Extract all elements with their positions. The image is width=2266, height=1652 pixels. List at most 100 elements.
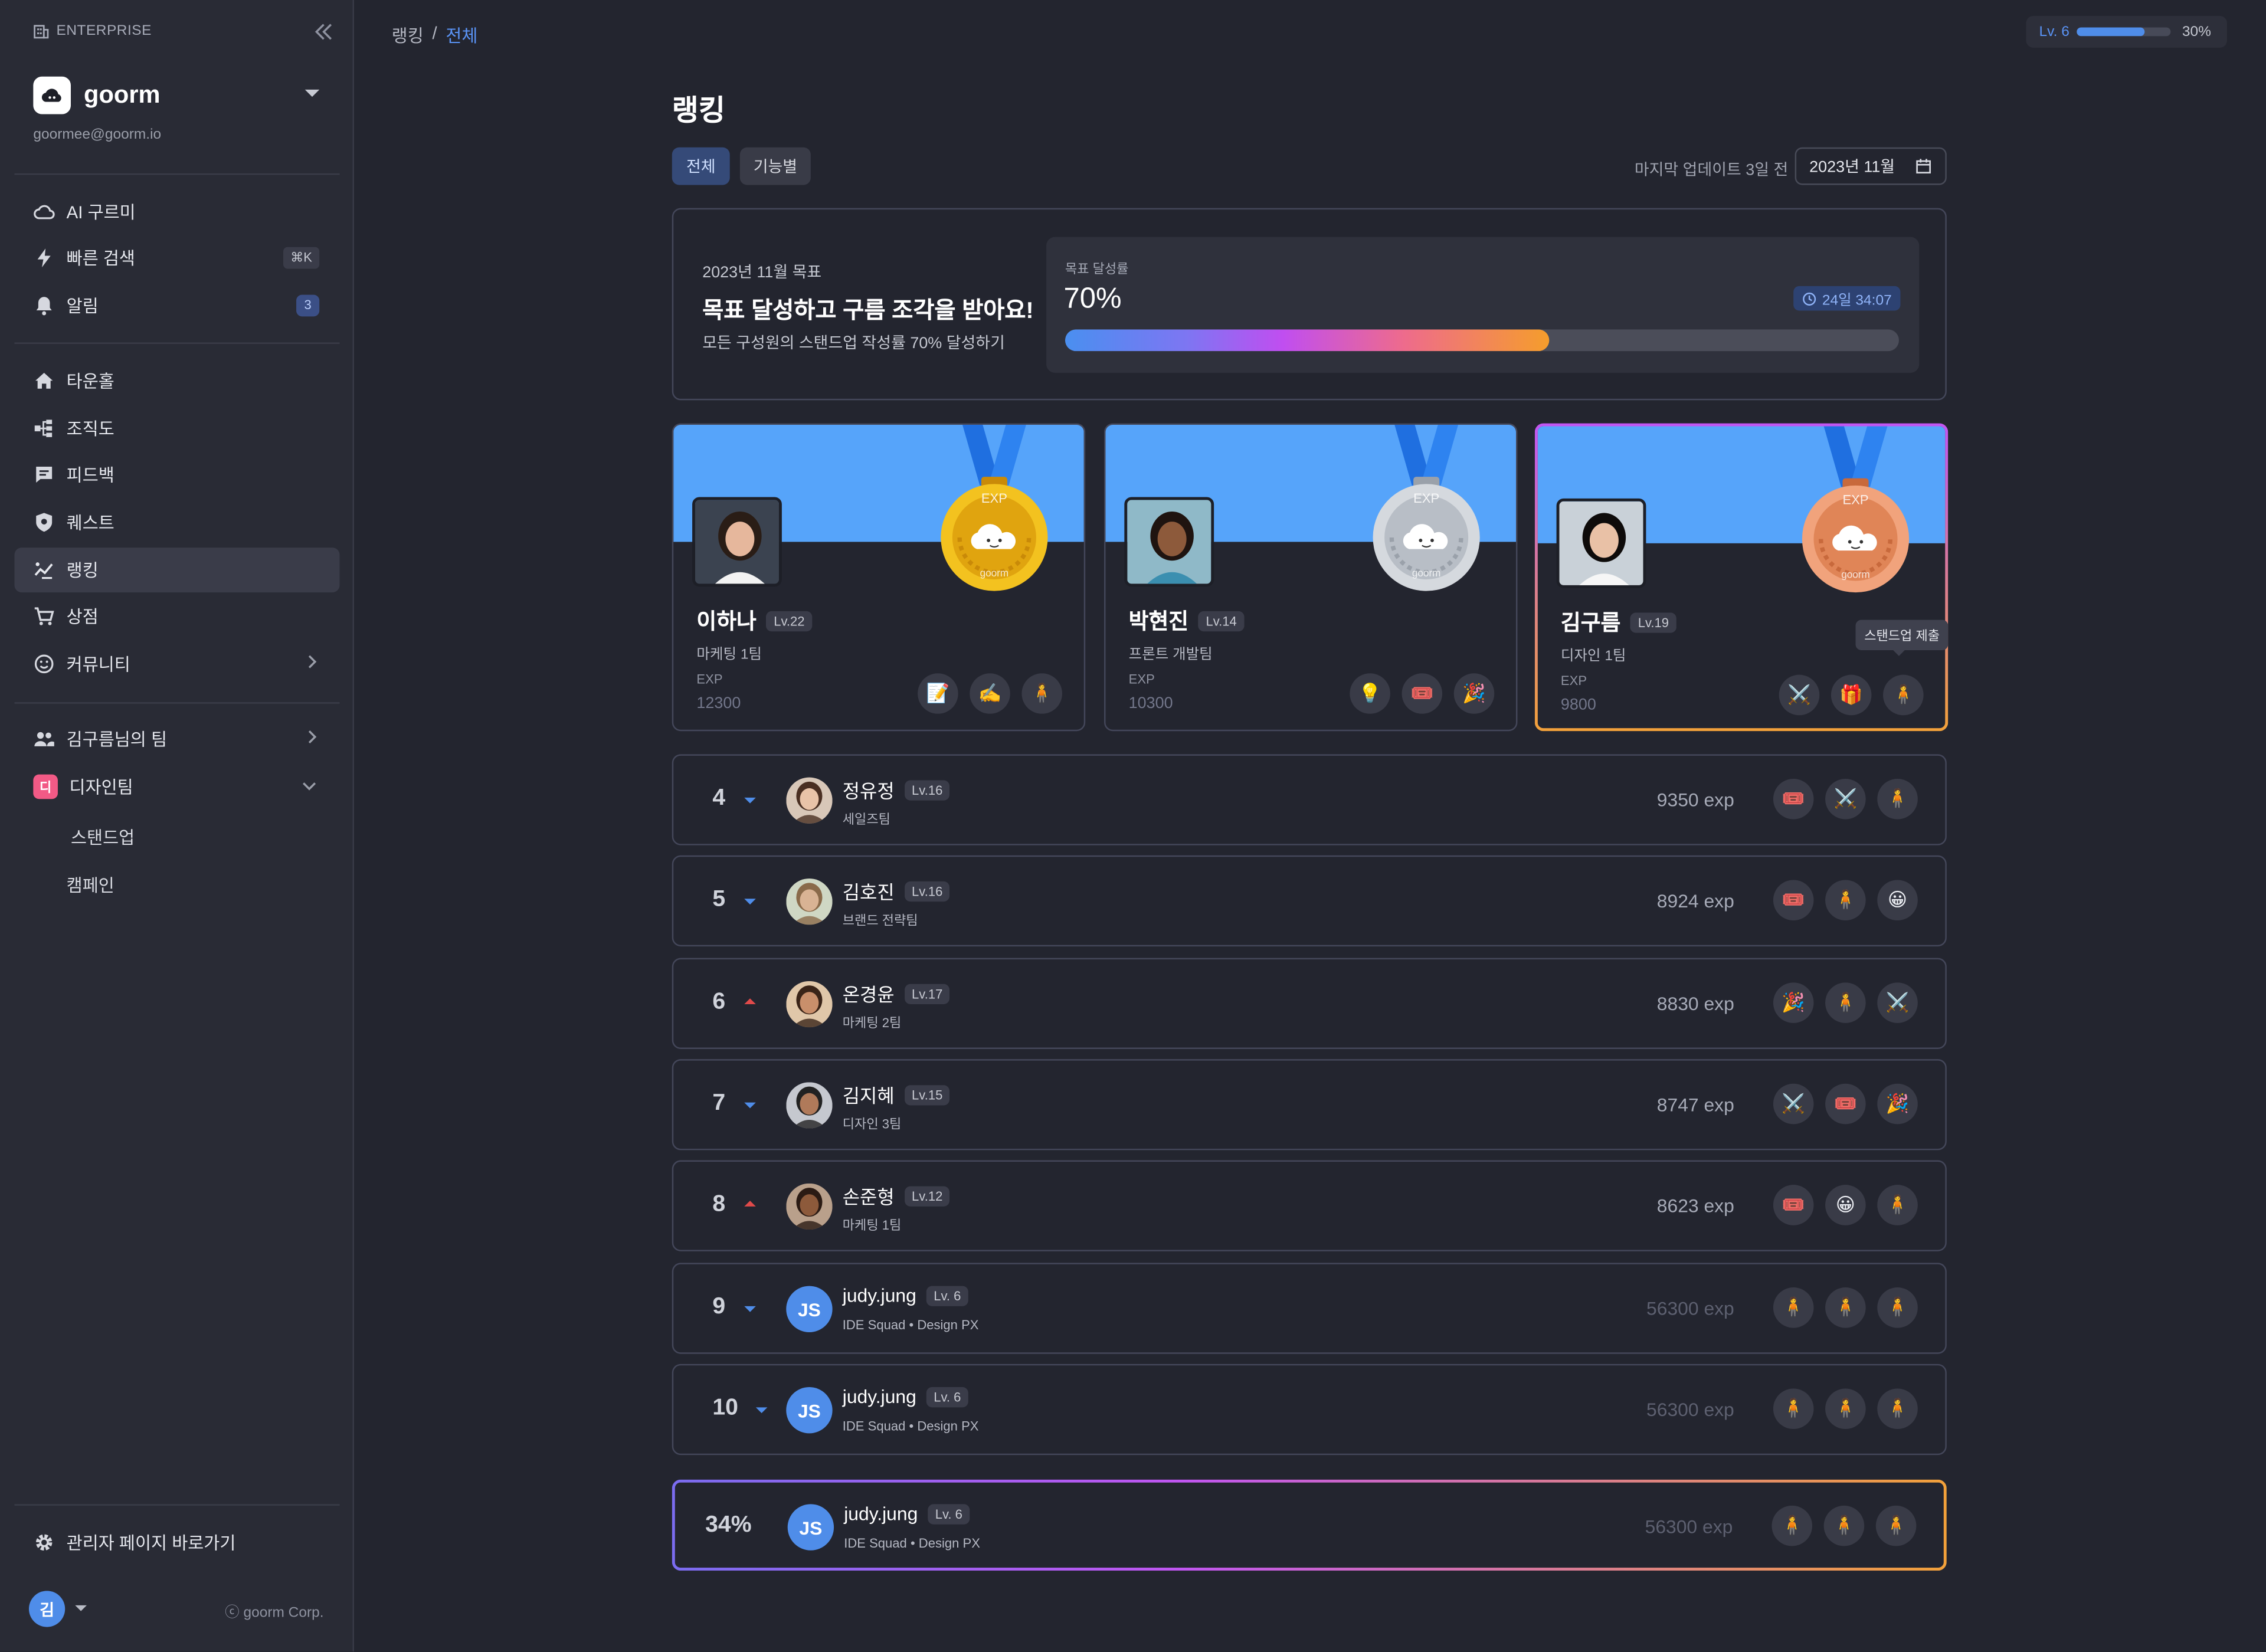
nav-notifications[interactable]: 알림 3 (14, 283, 339, 328)
badge-icon: ⚔️ (1825, 779, 1866, 820)
ranking-row[interactable]: 7 김지혜 Lv.15 디자인 3팀 8747 exp ⚔️ 🎟️ 🎉 (672, 1059, 1947, 1150)
badge-icon: 🎟️ (1773, 1185, 1814, 1225)
user-avatar[interactable]: 김 (28, 1591, 66, 1627)
month-picker[interactable]: 2023년 11월 (1795, 147, 1947, 185)
member-name-row: 김구름 Lv.19 (1561, 607, 1676, 637)
podium-card[interactable]: EXP goorm 이하나 Lv.22 마케팅 1팀 EXP 12300 📝 ✍️ 🧍 (672, 423, 1086, 732)
rank-number: 8 (712, 1192, 726, 1217)
nav-store[interactable]: 상점 (14, 594, 339, 639)
member-name: 김호진 (842, 881, 895, 903)
ranking-row[interactable]: 5 김호진 Lv.16 브랜드 전략팀 8924 exp 🎟️ 🧍 😀 (672, 855, 1947, 947)
user-menu-caret-icon[interactable] (75, 1605, 87, 1611)
nav-quick-search[interactable]: 빠른 검색 ⌘K (14, 235, 339, 280)
notification-count-badge: 3 (296, 294, 320, 317)
divider (14, 702, 340, 704)
ranking-row[interactable]: 4 정유정 Lv.16 세일즈팀 9350 exp 🎟️ ⚔️ 🧍 (672, 754, 1947, 845)
nav-community[interactable]: 커뮤니티 (14, 641, 339, 686)
badge-icon: 🧍 (1875, 1505, 1917, 1546)
divider (14, 173, 340, 175)
avatar (786, 981, 833, 1028)
ranking-row[interactable]: 9 JS judy.jung Lv. 6 IDE Squad • Design PX 56… (672, 1263, 1947, 1354)
exp-value: 56300 exp (1646, 1297, 1734, 1319)
breadcrumb-current: 전체 (446, 26, 478, 47)
nav-label: 디자인팀 (69, 777, 133, 798)
avatar (786, 1183, 833, 1230)
badge-icon: 🎁 (1831, 674, 1872, 716)
nav-ranking[interactable]: 랭킹 (14, 548, 340, 593)
ranking-row[interactable]: 10 JS judy.jung Lv. 6 IDE Squad • Design PX 5… (672, 1363, 1947, 1456)
rank-number: 5 (712, 887, 726, 912)
nav-label: 조직도 (66, 419, 114, 440)
profile-photo (692, 497, 782, 587)
nav-label: 퀘스트 (66, 513, 114, 533)
badge-icon: 🎟️ (1401, 673, 1443, 714)
nav-ai-goormi[interactable]: AI 구르미 (14, 189, 339, 234)
calendar-icon (1916, 159, 1931, 174)
people-icon (33, 728, 55, 750)
level-tag: Lv. 6 (926, 1285, 968, 1306)
level-tag: Lv.17 (904, 983, 950, 1004)
member-name: 이하나 (696, 609, 757, 635)
nav-feedback[interactable]: 피드백 (14, 453, 339, 497)
nav-campaign[interactable]: 캠페인 (67, 873, 114, 897)
goal-title: 목표 달성하고 구름 조각을 받아요! (702, 299, 1034, 324)
admin-page-link[interactable]: 관리자 페이지 바로가기 (14, 1520, 339, 1565)
clock-icon (1802, 291, 1816, 305)
avatar (786, 1082, 833, 1129)
badge-list: 🧍 🧍 🧍 (1771, 1505, 1917, 1546)
level-tag: Lv.16 (904, 880, 950, 901)
badge-list: 📝 ✍️ 🧍 (918, 673, 1063, 714)
goorm-logo-icon (33, 76, 71, 114)
badge-icon: 🧍 (1877, 1287, 1918, 1328)
tab-all[interactable]: 전체 (672, 147, 730, 185)
level-tag: Lv.16 (904, 779, 950, 800)
member-name: judy.jung (842, 1385, 916, 1408)
collapse-sidebar-icon[interactable] (313, 22, 333, 42)
profile-photo (1124, 497, 1214, 587)
podium-card[interactable]: EXP goorm 박현진 Lv.14 프론트 개발팀 EXP 10300 💡 🎟️ 🎉 (1104, 423, 1518, 732)
level-tag: Lv.12 (904, 1185, 950, 1206)
silver-medal-icon: EXP goorm (1368, 425, 1484, 595)
breadcrumb-ranking[interactable]: 랭킹 (392, 23, 424, 48)
ranking-row[interactable]: 6 온경윤 Lv.17 마케팅 2팀 8830 exp 🎉 🧍 ⚔️ (672, 958, 1947, 1049)
nav-label: 빠른 검색 (66, 248, 135, 269)
member-name: 박현진 (1128, 609, 1189, 635)
exp-value: 8623 exp (1656, 1195, 1734, 1217)
org-email: goormee@goorm.io (33, 127, 162, 143)
tab-by-feature[interactable]: 기능별 (739, 147, 811, 185)
nav-org-chart[interactable]: 조직도 (14, 406, 339, 451)
chevron-right-icon (308, 655, 317, 668)
org-switcher[interactable]: goorm (33, 76, 161, 114)
remaining-time-badge: 24일 34:07 (1793, 286, 1901, 311)
lightning-icon (33, 247, 55, 269)
nav-label: 관리자 페이지 바로가기 (66, 1533, 236, 1553)
nav-quest[interactable]: 퀘스트 (14, 500, 339, 545)
nav-my-team[interactable]: 김구름님의 팀 (14, 717, 339, 762)
podium-card[interactable]: EXP goorm 김구름 Lv.19 디자인 1팀 EXP 9800 ⚔️ 🎁 🧍 (1535, 424, 1948, 732)
nav-townhall[interactable]: 타운홀 (14, 358, 339, 403)
org-chart-icon (33, 418, 55, 440)
member-name-row: judy.jung Lv. 6 (844, 1503, 970, 1525)
medal-brand: goorm (1412, 567, 1441, 579)
badge-icon: 📝 (918, 673, 958, 714)
nav-design-team[interactable]: 디 디자인팀 (14, 765, 339, 809)
nav-standup[interactable]: 스탠드업 (71, 825, 135, 850)
badge-icon: 🧍 (1773, 1388, 1814, 1430)
exp-label: EXP (1128, 671, 1155, 687)
medal-label: EXP (1413, 491, 1439, 506)
member-team: 프론트 개발팀 (1128, 647, 1213, 664)
org-dropdown-caret-icon[interactable] (304, 89, 320, 97)
exp-value: 56300 exp (1645, 1516, 1733, 1538)
badge-list: ⚔️ 🎟️ 🎉 (1773, 1083, 1918, 1125)
medal-brand: goorm (980, 567, 1009, 579)
badge-list: 💡 🎟️ 🎉 (1350, 673, 1495, 714)
badge-list: 🧍 🧍 🧍 (1773, 1287, 1918, 1328)
member-team: 디자인 3팀 (842, 1117, 902, 1132)
level-progress-fill (2077, 27, 2144, 37)
badge-list: 🎟️ 😀 🧍 (1773, 1185, 1918, 1225)
my-ranking-row[interactable]: 34% JS judy.jung Lv. 6 IDE Squad • Design PX… (672, 1480, 1947, 1571)
profile-photo (1556, 498, 1646, 588)
ranking-row[interactable]: 8 손준형 Lv.12 마케팅 1팀 8623 exp 🎟️ 😀 🧍 (672, 1160, 1947, 1251)
badge-icon: ⚔️ (1877, 982, 1918, 1023)
goal-description: 모든 구성원의 스탠드업 작성률 70% 달성하기 (702, 335, 1005, 353)
